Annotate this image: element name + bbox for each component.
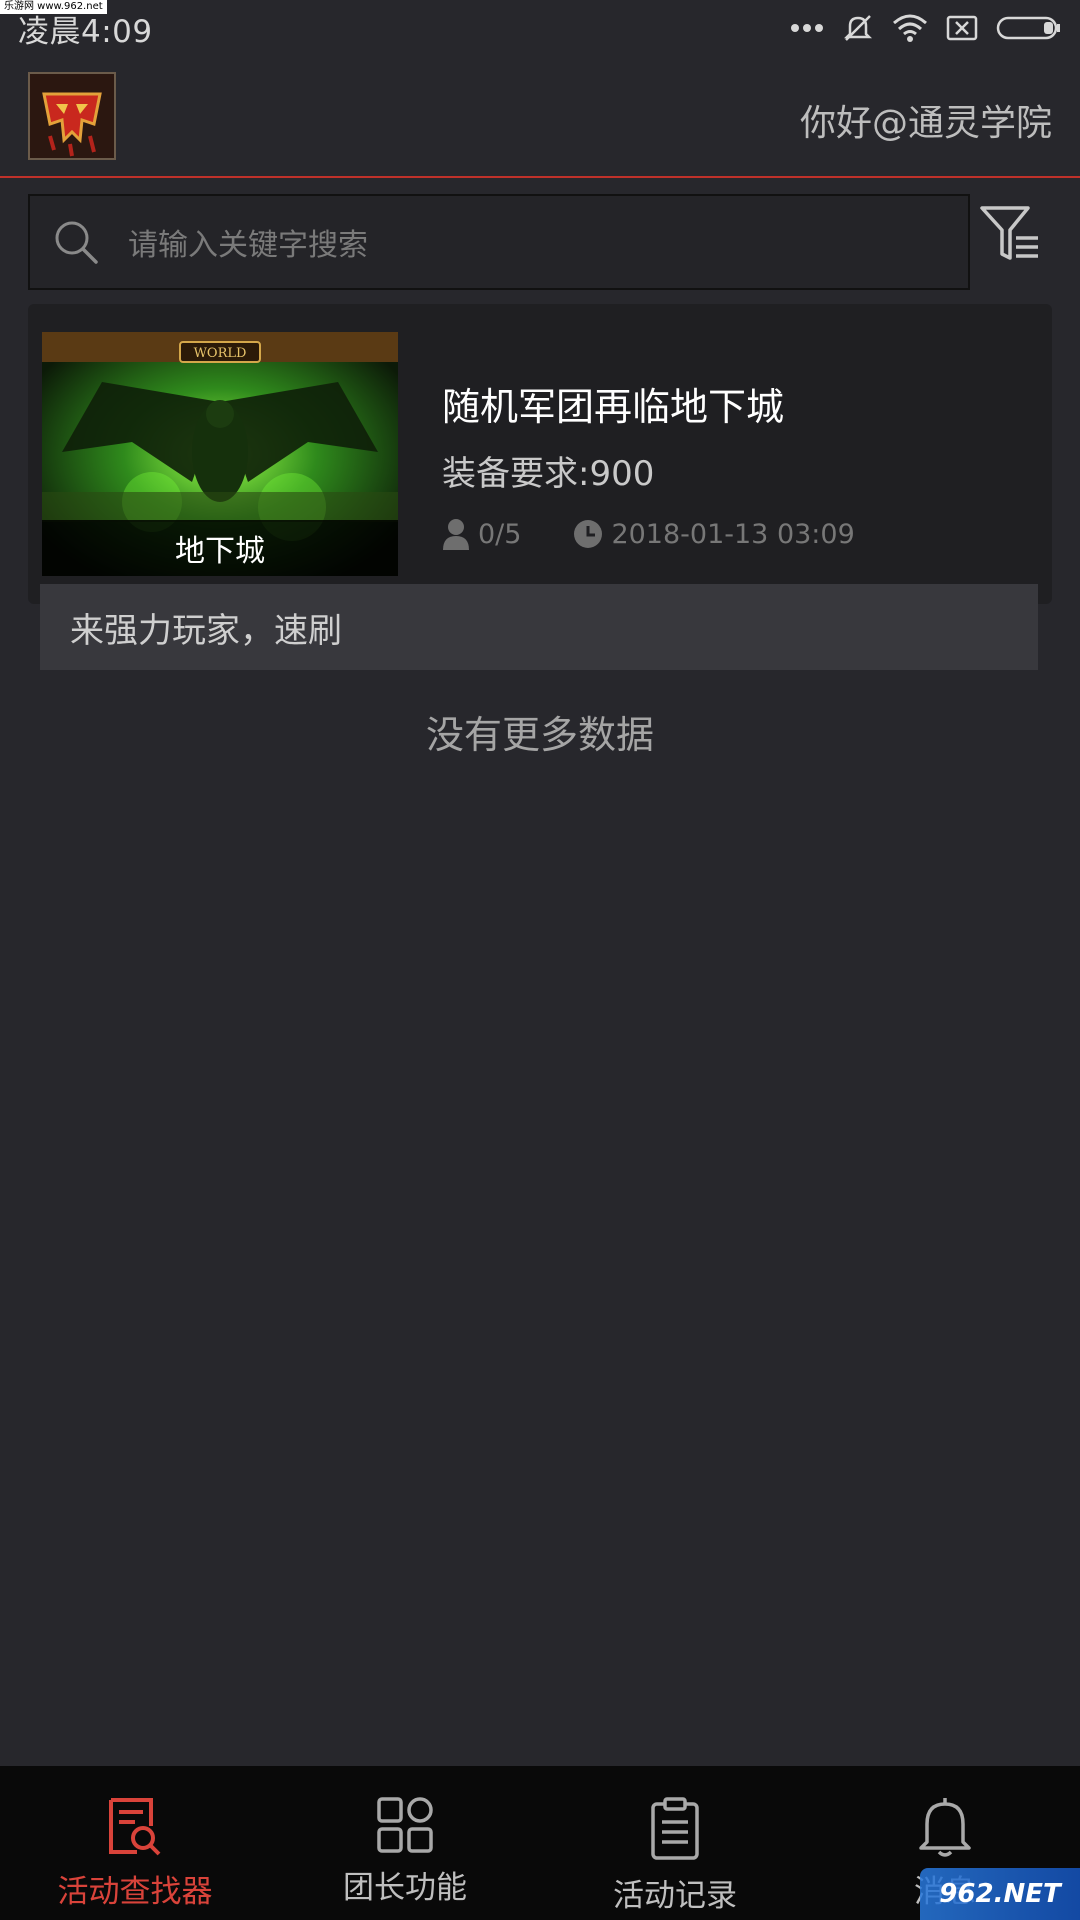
activity-description: 来强力玩家，速刷 <box>40 584 1038 670</box>
horde-logo-icon[interactable] <box>28 72 116 160</box>
mute-bell-icon <box>843 15 873 41</box>
activity-meta: 0/5 2018-01-13 03:09 <box>442 518 855 550</box>
wifi-icon <box>893 14 927 42</box>
search-input[interactable]: 请输入关键字搜索 <box>28 194 970 290</box>
tab-label: 活动查找器 <box>57 1874 213 1910</box>
battery-icon <box>996 16 1060 40</box>
tab-label: 活动记录 <box>613 1878 737 1914</box>
tab-leader-functions[interactable]: 团长功能 <box>270 1766 540 1920</box>
gear-requirement: 装备要求:900 <box>442 454 655 494</box>
search-list-icon <box>109 1798 161 1856</box>
user-greeting[interactable]: 你好@通灵学院 <box>800 94 1052 146</box>
bell-icon <box>919 1798 971 1857</box>
bottom-tab-bar: 活动查找器 团长功能 活动记录 消息 962.NET <box>0 1766 1080 1920</box>
activity-time-value: 2018-01-13 03:09 <box>611 518 855 550</box>
more-dots-icon <box>791 24 823 32</box>
activity-time: 2018-01-13 03:09 <box>573 518 855 550</box>
status-bar: 乐游网 www.962.net 凌晨4:09 <box>0 0 1080 56</box>
activity-title: 随机军团再临地下城 <box>442 385 785 429</box>
tab-activity-finder[interactable]: 活动查找器 <box>0 1766 270 1920</box>
status-icons <box>790 12 1062 44</box>
category-label: 地下城 <box>42 520 398 576</box>
tab-activity-records[interactable]: 活动记录 <box>540 1766 810 1920</box>
grid-icon <box>377 1797 433 1853</box>
site-watermark: 962.NET <box>920 1868 1080 1920</box>
search-icon <box>55 221 98 264</box>
search-placeholder: 请输入关键字搜索 <box>128 228 368 263</box>
clipboard-icon <box>651 1797 699 1860</box>
watermark-tag: 乐游网 www.962.net <box>0 0 107 14</box>
app-header: 你好@通灵学院 <box>0 56 1080 178</box>
no-sim-icon <box>946 15 978 41</box>
activity-thumbnail: WORLD 地下城 <box>42 332 398 576</box>
thumbnail-wordmark: WORLD <box>194 346 247 361</box>
list-end-message: 没有更多数据 <box>425 713 654 757</box>
person-icon <box>443 519 469 550</box>
clock-icon <box>574 520 603 548</box>
activity-card[interactable]: WORLD 地下城 随机军团再临地下城 装备要求:900 0/5 2018-01… <box>28 304 1052 604</box>
tab-label: 团长功能 <box>343 1870 467 1906</box>
member-count-value: 0/5 <box>478 518 522 550</box>
filter-icon[interactable] <box>978 202 1044 268</box>
member-count: 0/5 <box>442 518 521 550</box>
